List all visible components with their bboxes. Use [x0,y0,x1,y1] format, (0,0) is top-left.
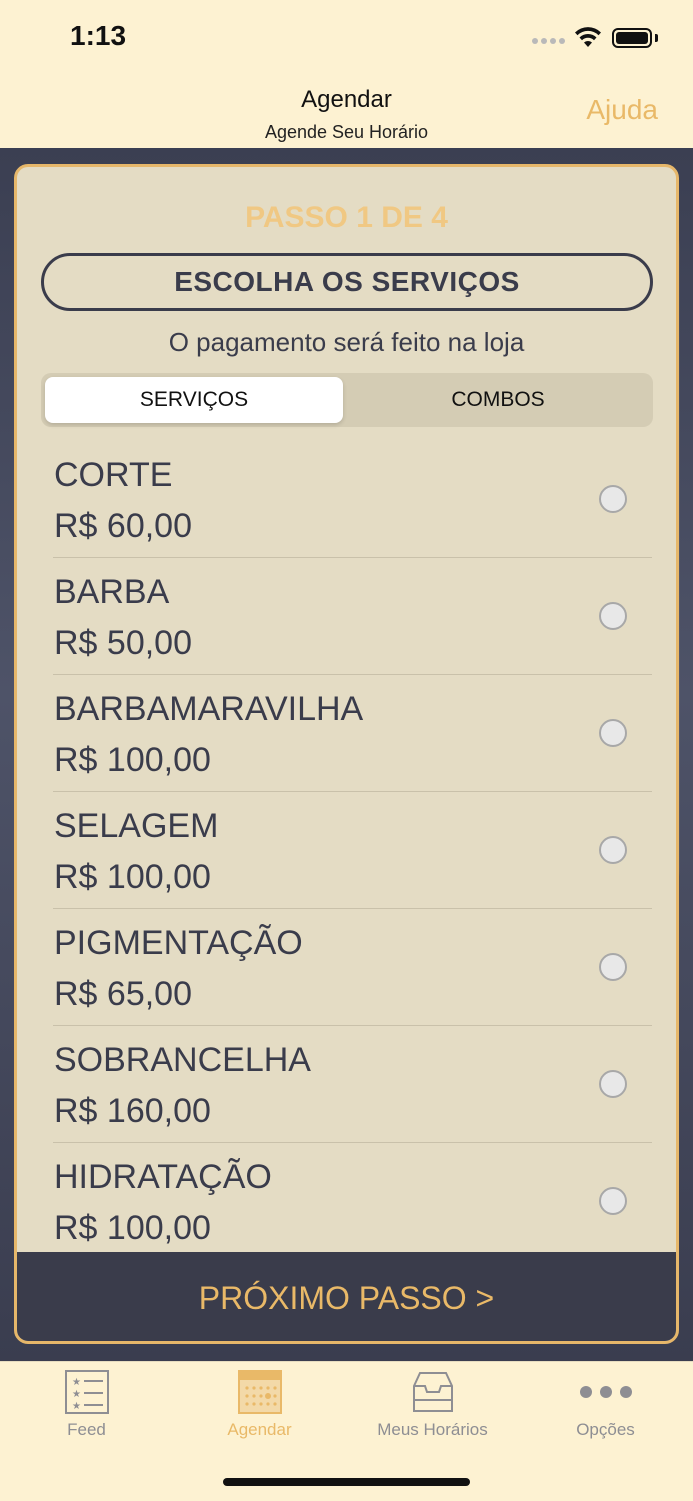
list-item[interactable]: SELAGEM R$ 100,00 [17,792,676,909]
service-name: SELAGEM [54,807,219,845]
segmented-control: SERVIÇOS COMBOS [41,373,653,427]
tab-label: Meus Horários [377,1420,488,1439]
svg-text:★: ★ [72,1401,81,1412]
list-item[interactable]: CORTE R$ 60,00 [17,441,676,558]
select-radio[interactable] [599,1070,627,1098]
tab-label: Agendar [227,1420,292,1439]
segment-combos[interactable]: COMBOS [349,377,647,423]
svg-text:★: ★ [72,1377,81,1388]
service-price: R$ 100,00 [54,741,211,779]
step-indicator: PASSO 1 DE 4 [245,201,448,234]
service-price: R$ 160,00 [54,1092,211,1130]
tab-agendar[interactable]: Agendar [173,1370,346,1440]
navigation-bar: Agendar Agende Seu Horário Ajuda [0,76,693,148]
home-indicator [223,1478,470,1486]
list-item[interactable]: BARBA R$ 50,00 [17,558,676,675]
more-dots-icon [579,1386,632,1398]
help-button[interactable]: Ajuda [586,94,658,126]
select-radio[interactable] [599,602,627,630]
tab-label: Opções [576,1420,635,1439]
feed-list-icon: ★ ★ ★ [64,1370,109,1414]
list-item[interactable]: SOBRANCELHA R$ 160,00 [17,1026,676,1143]
segment-services[interactable]: SERVIÇOS [45,377,343,423]
calendar-icon [237,1370,282,1414]
service-name: BARBA [54,573,170,611]
next-step-button[interactable]: PRÓXIMO PASSO > [17,1252,676,1341]
tab-meus-horarios[interactable]: Meus Horários [346,1370,519,1440]
select-radio[interactable] [599,836,627,864]
service-price: R$ 65,00 [54,975,192,1013]
payment-note: O pagamento será feito na loja [168,327,525,357]
list-item[interactable]: HIDRATAÇÃO R$ 100,00 [17,1143,676,1260]
battery-icon [612,28,652,48]
service-name: CORTE [54,456,173,494]
service-name: HIDRATAÇÃO [54,1158,272,1196]
service-name: SOBRANCELHA [54,1041,311,1079]
battery-cap [655,34,658,42]
choose-services-header: ESCOLHA OS SERVIÇOS [41,253,653,311]
tab-feed[interactable]: ★ ★ ★ Feed [0,1370,173,1440]
cellular-signal-icon [532,38,566,46]
wifi-icon [575,27,601,47]
service-price: R$ 100,00 [54,858,211,896]
svg-text:★: ★ [72,1389,81,1400]
service-price: R$ 60,00 [54,507,192,545]
tab-opcoes[interactable]: Opções [519,1370,692,1440]
service-price: R$ 100,00 [54,1209,211,1247]
service-name: BARBAMARAVILHA [54,690,364,728]
list-item[interactable]: BARBAMARAVILHA R$ 100,00 [17,675,676,792]
status-time: 1:13 [70,20,127,51]
services-list: CORTE R$ 60,00 BARBA R$ 50,00 BARBAMARAV… [17,441,676,1260]
list-item[interactable]: PIGMENTAÇÃO R$ 65,00 [17,909,676,1026]
status-bar: 1:13 [0,0,693,76]
service-name: PIGMENTAÇÃO [54,924,303,962]
select-radio[interactable] [599,1187,627,1215]
select-radio[interactable] [599,485,627,513]
tab-label: Feed [67,1420,106,1439]
service-price: R$ 50,00 [54,624,192,662]
select-radio[interactable] [599,719,627,747]
inbox-icon [412,1372,453,1412]
select-radio[interactable] [599,953,627,981]
booking-card: PASSO 1 DE 4 ESCOLHA OS SERVIÇOS O pagam… [14,164,679,1344]
